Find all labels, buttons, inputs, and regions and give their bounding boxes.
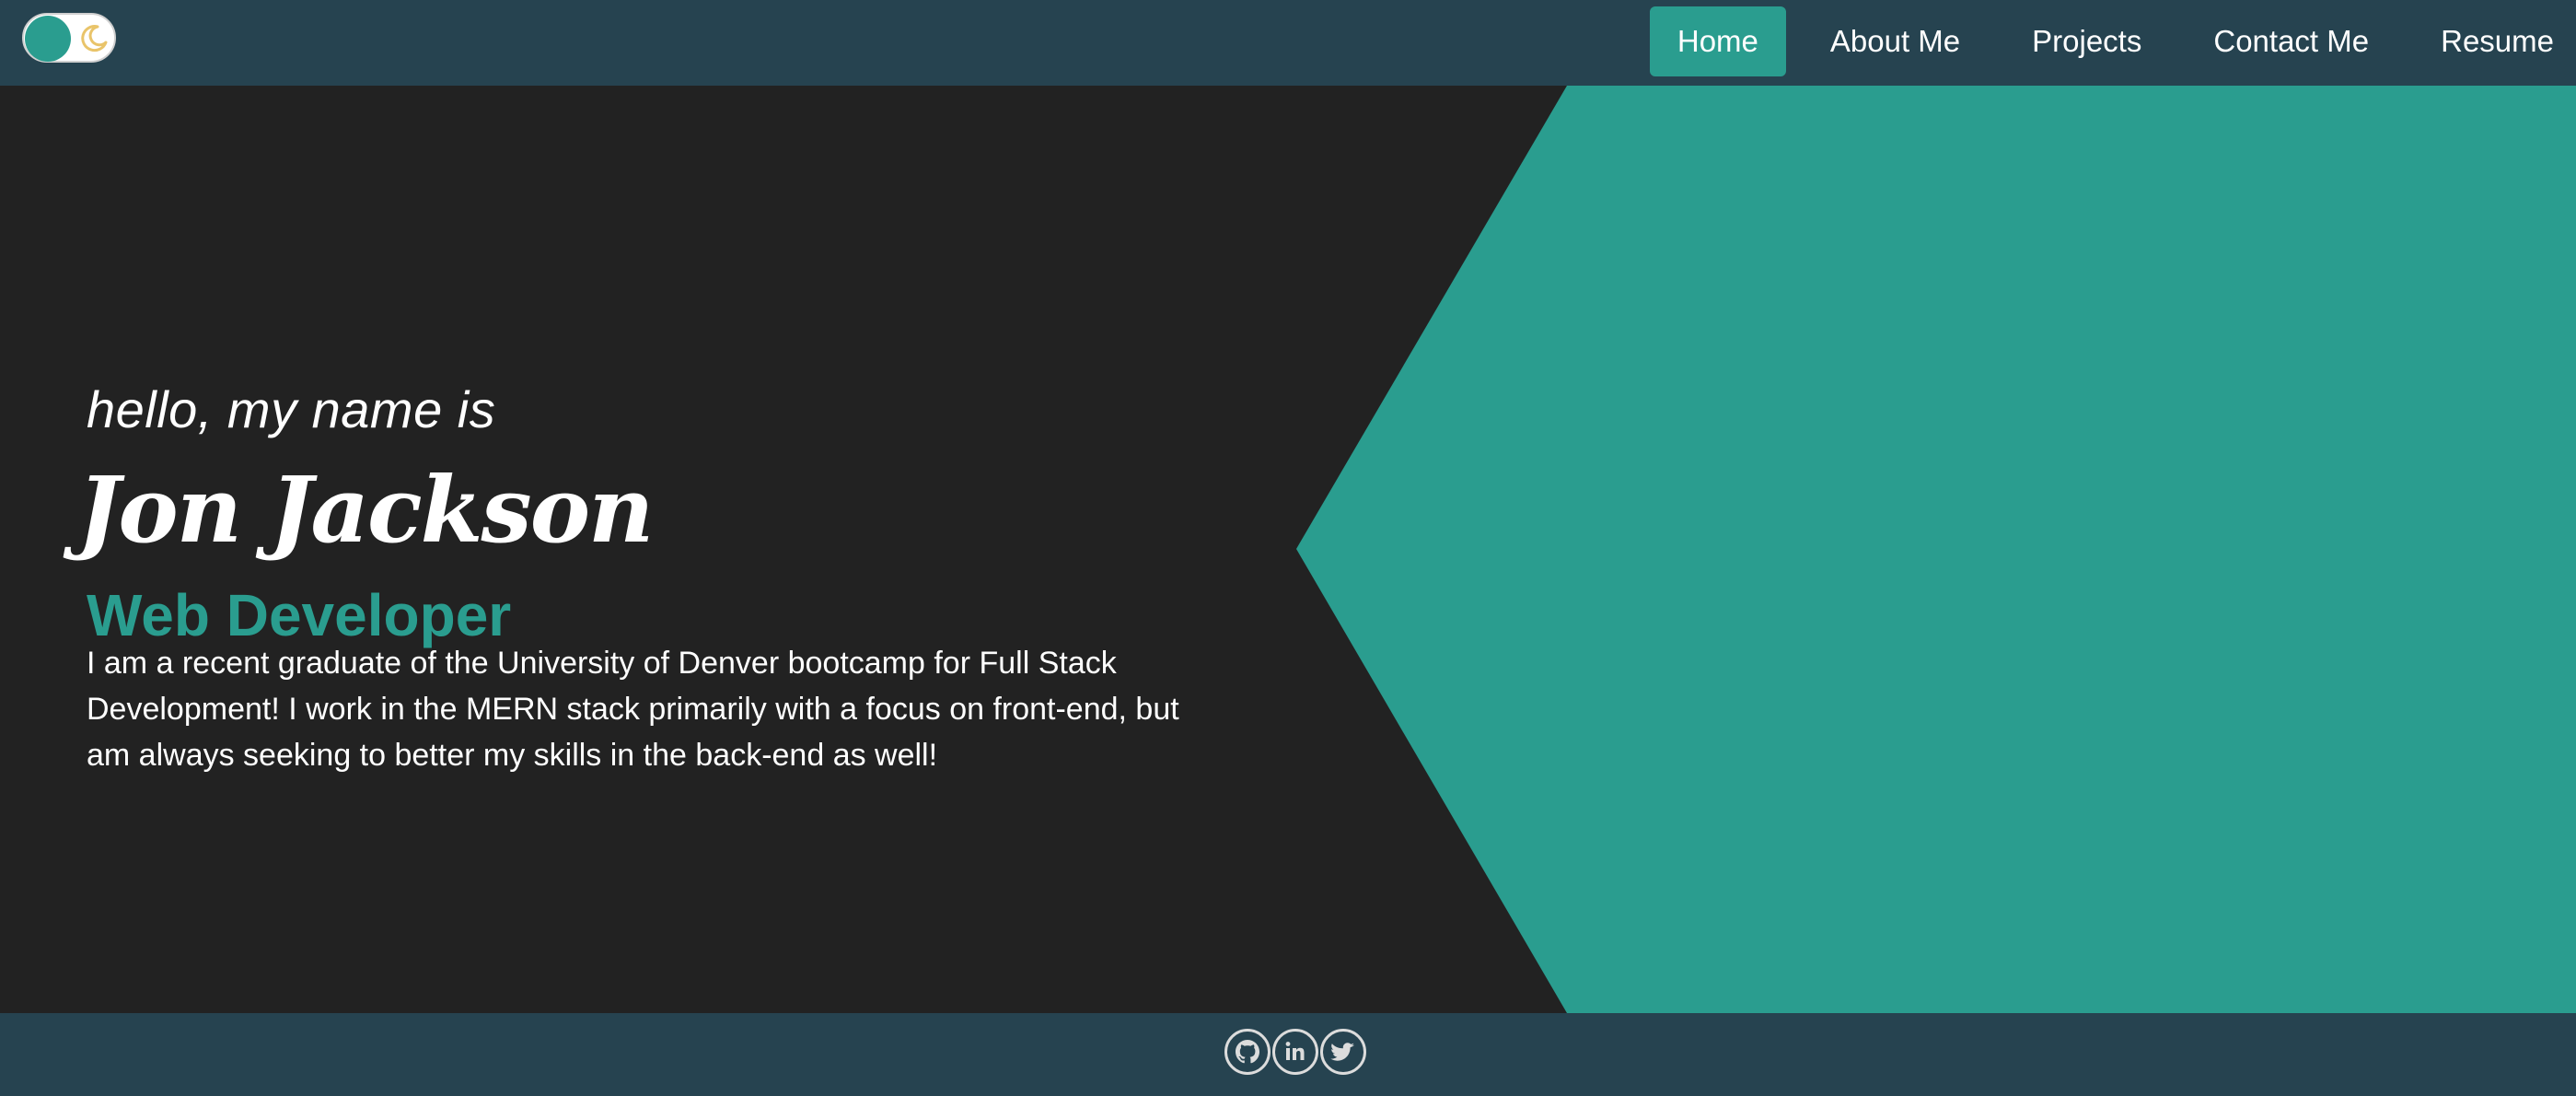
github-icon[interactable] [1224,1029,1271,1075]
nav-links: Home About Me Projects Contact Me Resume [1642,6,2576,76]
linkedin-icon[interactable] [1272,1029,1318,1075]
hero-intro: hello, my name is Jon Jackson Web Develo… [77,373,1210,778]
twitter-icon[interactable] [1320,1029,1366,1075]
nav-contact-me[interactable]: Contact Me [2186,6,2396,76]
footer [0,1013,2576,1096]
social-links [1224,1029,1366,1075]
hero-name: Jon Jackson [77,458,654,564]
navbar: Home About Me Projects Contact Me Resume [0,0,2576,86]
nav-home[interactable]: Home [1649,6,1786,76]
page: Home About Me Projects Contact Me Resume… [0,0,2576,1096]
hero-role: Web Developer [87,582,512,648]
hero-bio: I am a recent graduate of the University… [87,646,1179,773]
nav-projects[interactable]: Projects [2004,6,2169,76]
moon-icon [81,25,108,52]
toggle-knob [25,16,71,62]
hero-greeting: hello, my name is [87,380,496,438]
nav-about-me[interactable]: About Me [1803,6,1988,76]
theme-toggle[interactable] [22,13,116,63]
nav-resume[interactable]: Resume [2413,6,2576,76]
